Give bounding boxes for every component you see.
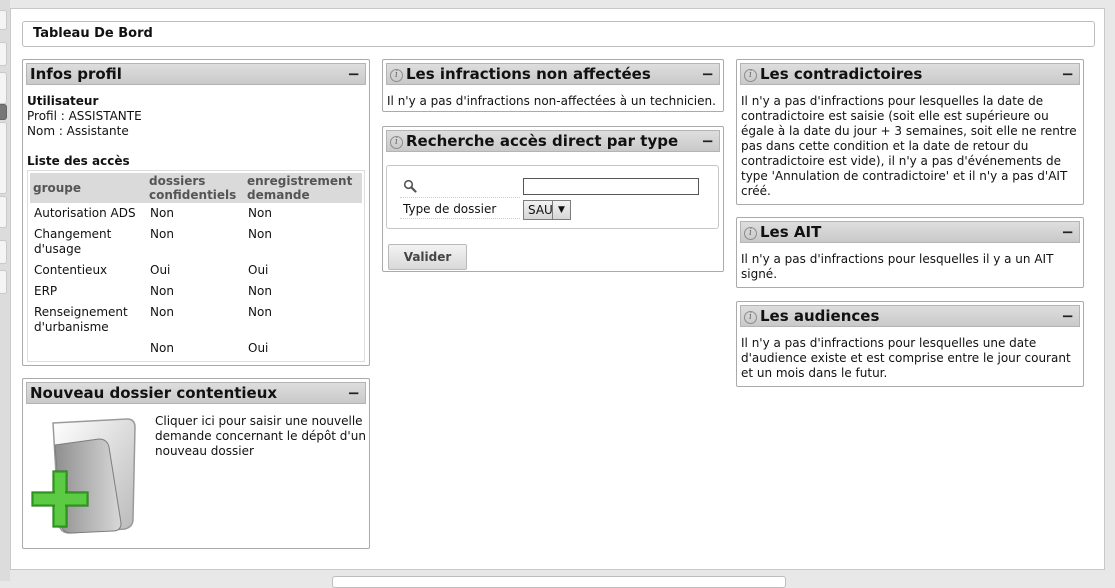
widget-ait: i Les AIT − Il n'y a pas d'infractions po… (736, 217, 1084, 288)
dashboard-container: Tableau De Bord Infos profil − Utilisate… (10, 8, 1105, 570)
cell-confidentiels: Non (150, 206, 174, 220)
cell-confidentiels: Non (150, 227, 174, 241)
widget-header: Infos profil − (26, 63, 366, 85)
sidebar-tab[interactable] (0, 42, 7, 66)
cell-groupe: Contentieux (34, 263, 108, 277)
widget-title: Les AIT (760, 223, 822, 241)
widget-title: Nouveau dossier contentieux (30, 384, 278, 402)
collapse-icon[interactable]: − (701, 131, 714, 151)
divider (400, 197, 520, 198)
nouveau-dossier-link[interactable]: Cliquer ici pour saisir une nouvelle dem… (155, 414, 367, 459)
widget-text: Il n'y a pas d'infractions non-affectées… (387, 94, 716, 108)
sidebar-tab[interactable] (0, 122, 7, 194)
cell-groupe: Autorisation ADS (34, 206, 136, 220)
column-header: groupe (30, 173, 146, 203)
valider-button[interactable]: Valider (388, 244, 467, 270)
widget-text: Il n'y a pas d'infractions pour lesquell… (741, 252, 1054, 281)
widget-title: Les audiences (760, 307, 880, 325)
column-header: enregistrement demande (244, 173, 362, 203)
access-table: groupe dossiers confidentiels enregistre… (30, 173, 362, 359)
sidebar-tab[interactable] (0, 10, 7, 30)
table-row: Renseignement d'urbanisme Non Non (30, 302, 362, 338)
info-icon: i (744, 69, 757, 82)
user-heading: Utilisateur (27, 94, 99, 108)
sidebar-tab[interactable] (0, 270, 7, 294)
table-row: Changement d'usage Non Non (30, 224, 362, 260)
widget-title: Les infractions non affectées (406, 65, 651, 83)
search-input[interactable] (523, 178, 699, 195)
chevron-down-icon: ▼ (552, 201, 570, 219)
table-row: ERP Non Non (30, 281, 362, 302)
info-icon: i (744, 227, 757, 240)
cell-groupe: ERP (34, 284, 58, 298)
widget-header: i Les AIT − (740, 221, 1080, 243)
nom-line: Nom : Assistante (27, 124, 129, 138)
info-icon: i (390, 69, 403, 82)
search-form: Type de dossier SAU ▼ (386, 165, 719, 229)
widget-text: Il n'y a pas d'infractions pour lesquell… (741, 336, 1071, 380)
widget-audiences: i Les audiences − Il n'y a pas d'infracti… (736, 301, 1084, 387)
widget-header: i Les infractions non affectées − (386, 63, 720, 85)
collapse-icon[interactable]: − (347, 383, 360, 403)
sidebar-tab[interactable] (0, 196, 7, 228)
cell-confidentiels: Non (150, 284, 174, 298)
cell-confidentiels: Non (150, 341, 174, 355)
widget-infos-profil: Infos profil − Utilisateur Profil : ASSI… (22, 59, 370, 366)
widget-infractions: i Les infractions non affectées − Il n'y … (382, 59, 724, 112)
widget-nouveau-dossier: Nouveau dossier contentieux − Cliquer ic… (22, 378, 370, 549)
cell-groupe: Changement d'usage (34, 227, 112, 256)
table-header-row: groupe dossiers confidentiels enregistre… (30, 173, 362, 203)
widget-header: Nouveau dossier contentieux − (26, 382, 366, 404)
type-select[interactable]: SAU ▼ (523, 200, 571, 220)
collapse-icon[interactable]: − (1061, 222, 1074, 242)
table-row: Non Oui (30, 338, 362, 359)
cell-enregistrement: Non (248, 305, 272, 319)
collapse-icon[interactable]: − (1061, 306, 1074, 326)
info-icon: i (744, 311, 757, 324)
widget-recherche: i Recherche accès direct par type − Type … (382, 126, 724, 272)
cell-groupe (30, 338, 146, 359)
widget-header: i Les contradictoires − (740, 63, 1080, 85)
cell-enregistrement: Non (248, 284, 272, 298)
widget-header: i Recherche accès direct par type − (386, 130, 720, 152)
cell-enregistrement: Oui (248, 263, 269, 277)
cell-enregistrement: Non (248, 206, 272, 220)
profil-line: Profil : ASSISTANTE (27, 109, 142, 123)
divider (400, 218, 520, 219)
cell-confidentiels: Oui (150, 263, 171, 277)
column-header: dossiers confidentiels (146, 173, 244, 203)
folder-add-icon[interactable] (29, 415, 147, 537)
type-label: Type de dossier (403, 202, 497, 216)
widget-contradictoires: i Les contradictoires − Il n'y a pas d'in… (736, 59, 1084, 205)
sidebar-tab[interactable] (0, 240, 7, 264)
cell-groupe: Renseignement d'urbanisme (34, 305, 128, 334)
widget-title: Les contradictoires (760, 65, 923, 83)
info-icon: i (390, 136, 403, 149)
collapse-icon[interactable]: − (701, 64, 714, 84)
cell-enregistrement: Non (248, 227, 272, 241)
collapse-icon[interactable]: − (1061, 64, 1074, 84)
table-row: Contentieux Oui Oui (30, 260, 362, 281)
table-row: Autorisation ADS Non Non (30, 203, 362, 224)
access-table-wrap: groupe dossiers confidentiels enregistre… (27, 170, 365, 362)
widget-title: Infos profil (30, 65, 122, 83)
search-icon (403, 179, 417, 193)
cell-enregistrement: Oui (248, 341, 269, 355)
collapse-icon[interactable]: − (347, 64, 360, 84)
left-sidebar-strip (0, 0, 10, 581)
type-select-value: SAU (528, 203, 553, 217)
sidebar-tab-active[interactable] (0, 104, 7, 120)
footer-bar (332, 576, 786, 588)
widget-title: Recherche accès direct par type (406, 132, 679, 150)
widget-text: Il n'y a pas d'infractions pour lesquell… (741, 94, 1077, 198)
access-heading: Liste des accès (27, 154, 130, 168)
cell-confidentiels: Non (150, 305, 174, 319)
widget-header: i Les audiences − (740, 305, 1080, 327)
page-title: Tableau De Bord (22, 21, 1095, 47)
sidebar-tab[interactable] (0, 72, 7, 104)
